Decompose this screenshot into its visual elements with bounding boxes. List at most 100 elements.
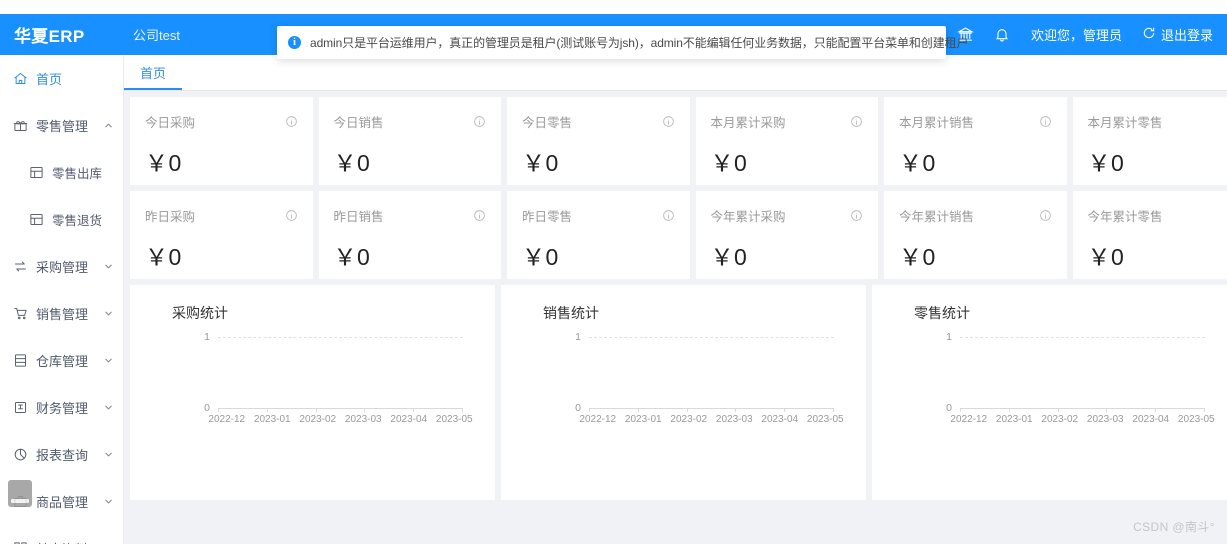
- top-strip: [0, 0, 1227, 14]
- stat-header: 昨日零售: [522, 206, 675, 225]
- stat-card: 今日采购 ￥0: [130, 97, 313, 185]
- chart-card: 采购统计 1 0 2022-12 2023-01 2023-02 2023-03 2023-0…: [130, 285, 495, 500]
- cart-icon: [12, 306, 28, 322]
- company-name: 公司test: [133, 28, 180, 43]
- x-axis-label: 2022-12: [208, 414, 246, 425]
- stat-card: 本月累计销售 ￥0: [884, 97, 1067, 185]
- x-axis-label: 2023-04: [761, 414, 799, 425]
- sidebar-item-4[interactable]: 采购管理: [0, 243, 123, 290]
- chevron-down-icon: [103, 355, 114, 366]
- y-axis-label: 1: [575, 331, 581, 343]
- chart-card: 零售统计 1 0 2022-12 2023-01 2023-02 2023-03 2023-0…: [872, 285, 1227, 500]
- stat-value: ￥0: [145, 150, 182, 176]
- bell-icon[interactable]: [993, 26, 1011, 44]
- axis-tick: [1057, 408, 1059, 412]
- sidebar-item-8[interactable]: 报表查询: [0, 431, 123, 478]
- stat-value: ￥0: [145, 244, 182, 270]
- home-icon: [12, 71, 28, 87]
- info-icon[interactable]: [473, 115, 486, 128]
- info-icon[interactable]: [850, 115, 863, 128]
- chevron-up-icon: [103, 120, 114, 131]
- main-content: 今日采购 ￥0 今日销售 ￥0 今日零售 ￥0 本月累计采购 ￥0 本月累计销售 ￥0 本月累计零售…: [124, 91, 1227, 544]
- x-axis-label: 2023-03: [344, 414, 382, 425]
- stat-title: 今日采购: [145, 116, 196, 130]
- stat-title: 本月累计零售: [1087, 116, 1163, 130]
- info-icon[interactable]: [662, 115, 675, 128]
- no-arrow: [103, 214, 114, 225]
- stat-header: 今年累计零售: [1088, 206, 1227, 225]
- sidebar-item-2[interactable]: 零售出库: [0, 149, 123, 196]
- stat-title: 昨日采购: [145, 210, 196, 224]
- stat-title: 今年累计零售: [1087, 210, 1163, 224]
- x-axis-label: 2023-05: [435, 414, 473, 425]
- app-brand: 华夏ERP: [14, 27, 85, 46]
- stat-value: ￥0: [710, 244, 748, 270]
- stat-value: ￥0: [522, 244, 559, 270]
- sidebar-item-label: 零售退货: [52, 214, 103, 228]
- table-icon: [28, 212, 44, 228]
- stat-value: ￥0: [899, 244, 936, 270]
- tab-home[interactable]: 首页: [124, 55, 182, 90]
- stat-card: 今年累计采购 ￥0: [695, 191, 878, 279]
- refresh-icon: [1142, 26, 1156, 43]
- x-axis-label: 2023-02: [670, 414, 708, 425]
- watermark: CSDN @南斗°: [1133, 520, 1215, 534]
- info-icon[interactable]: [1039, 209, 1052, 222]
- info-icon[interactable]: [473, 209, 486, 222]
- no-arrow: [103, 167, 114, 178]
- stat-title: 今日零售: [522, 116, 573, 130]
- sidebar-item-10[interactable]: 基本资料: [0, 525, 123, 544]
- axis-tick: [218, 408, 219, 412]
- chevron-down-icon: [103, 496, 114, 507]
- stat-value: ￥0: [333, 244, 371, 270]
- chart-card: 销售统计 1 0 2022-12 2023-01 2023-02 2023-03 2023-0…: [501, 285, 866, 500]
- axis-tick: [1203, 408, 1205, 412]
- sidebar-item-label: 仓库管理: [36, 354, 89, 369]
- sidebar-item-5[interactable]: 销售管理: [0, 290, 123, 337]
- stat-title: 昨日销售: [333, 210, 384, 224]
- notice-text: admin只是平台运维用户，真正的管理员是租户(测试账号为jsh)，admin不…: [310, 36, 969, 50]
- chart-plot-area: 1 0 2022-12 2023-01 2023-02 2023-03 2023-04 202…: [144, 331, 481, 437]
- x-axis-label: 2023-04: [1132, 414, 1170, 425]
- swap-icon: [12, 259, 28, 275]
- axis-tick: [589, 408, 590, 412]
- x-axis-label: 2023-05: [806, 414, 844, 425]
- stat-title: 本月累计采购: [710, 116, 786, 130]
- info-icon[interactable]: [850, 209, 863, 222]
- info-icon[interactable]: [1039, 115, 1052, 128]
- axis-ticks: [589, 408, 834, 412]
- axis-ticks: [960, 408, 1205, 412]
- info-icon[interactable]: [662, 209, 675, 222]
- sidebar-item-6[interactable]: 仓库管理: [0, 337, 123, 384]
- stat-header: 今日销售: [334, 112, 487, 131]
- stat-card: 昨日采购 ￥0: [130, 191, 313, 279]
- sidebar-item-3[interactable]: 零售退货: [0, 196, 123, 243]
- gift-icon: [12, 118, 28, 134]
- axis-tick: [637, 408, 639, 412]
- stat-card: 本月累计零售 ￥0: [1072, 97, 1227, 185]
- stat-row-today: 今日采购 ￥0 今日销售 ￥0 今日零售 ￥0 本月累计采购 ￥0 本月累计销售 ￥0 本月累计零售…: [130, 97, 1227, 185]
- stat-title: 昨日零售: [522, 210, 573, 224]
- stat-card: 今日零售 ￥0: [507, 97, 690, 185]
- x-axis-label: 2023-02: [1041, 414, 1079, 425]
- sidebar-item-7[interactable]: 财务管理: [0, 384, 123, 431]
- y-axis-label: 0: [575, 402, 581, 414]
- sidebar-item-1[interactable]: 零售管理: [0, 102, 123, 149]
- sidebar-item-label: 报表查询: [36, 448, 89, 463]
- stat-header: 本月累计销售: [899, 112, 1052, 131]
- x-axis-label: 2023-04: [390, 414, 428, 425]
- logout-button[interactable]: 退出登录: [1142, 25, 1213, 44]
- database-icon: [12, 353, 28, 369]
- info-icon[interactable]: [285, 209, 298, 222]
- sidebar-item-0[interactable]: 首页: [0, 55, 123, 102]
- axis-tick: [784, 408, 786, 412]
- stat-title: 本月累计销售: [899, 116, 975, 130]
- chart-row: 采购统计 1 0 2022-12 2023-01 2023-02 2023-03 2023-0…: [130, 285, 1227, 500]
- no-arrow: [103, 73, 114, 84]
- axis-tick: [413, 408, 415, 412]
- info-icon[interactable]: [285, 115, 298, 128]
- y-axis-label: 1: [946, 331, 952, 343]
- sidebar-item-label: 零售出库: [52, 167, 103, 181]
- axis-tick: [960, 408, 961, 412]
- stat-header: 今日零售: [522, 112, 675, 131]
